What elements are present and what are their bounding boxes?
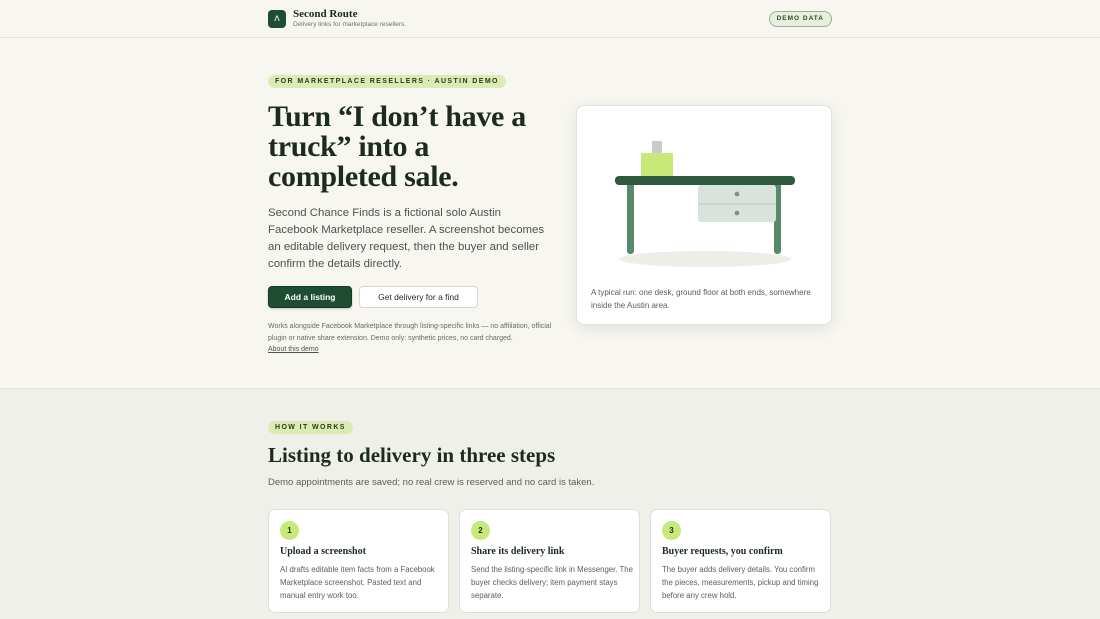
- about-demo-link[interactable]: About this demo: [268, 346, 319, 353]
- add-listing-button[interactable]: Add a listing: [268, 286, 352, 308]
- step-card-3: 3 Buyer requests, you confirm The buyer …: [650, 509, 831, 613]
- hero-description: Second Chance Finds is a fictional solo …: [268, 207, 545, 270]
- box-on-desk: [641, 153, 673, 176]
- drawer-knob-top: [734, 191, 740, 197]
- step-body: AI drafts editable item facts from a Fac…: [280, 565, 435, 600]
- step-title: Upload a screenshot: [280, 546, 366, 557]
- desk-shadow: [619, 251, 791, 267]
- brand-name: Second Route: [293, 8, 358, 20]
- step-title: Share its delivery link: [471, 546, 565, 557]
- illustration-caption: A typical run: one desk, ground floor at…: [591, 288, 811, 310]
- step-number-badge: 2: [471, 521, 490, 540]
- brand-tagline: Delivery links for marketplace resellers…: [293, 21, 407, 28]
- how-it-works-section: HOW IT WORKS Listing to delivery in thre…: [0, 388, 1100, 619]
- step-number-badge: 3: [662, 521, 681, 540]
- hero-eyebrow: FOR MARKETPLACE RESELLERS · AUSTIN DEMO: [268, 75, 506, 88]
- step-number-badge: 1: [280, 521, 299, 540]
- hero-fineprint: Works alongside Facebook Marketplace thr…: [268, 321, 558, 356]
- step-body: The buyer adds delivery details. You con…: [662, 565, 819, 600]
- brand-text: Second Route Delivery links for marketpl…: [293, 8, 406, 29]
- how-it-works-eyebrow: HOW IT WORKS: [268, 421, 353, 434]
- section-subtitle: Demo appointments are saved; no real cre…: [268, 477, 595, 488]
- step-title: Buyer requests, you confirm: [662, 546, 783, 557]
- step-card-1: 1 Upload a screenshot AI drafts editable…: [268, 509, 449, 613]
- brand[interactable]: ʌ Second Route Delivery links for market…: [268, 8, 406, 29]
- drawer-knob-bottom: [734, 210, 740, 216]
- step-card-2: 2 Share its delivery link Send the listi…: [459, 509, 640, 613]
- desk-leg-left: [627, 182, 634, 254]
- get-delivery-button[interactable]: Get delivery for a find: [359, 286, 478, 308]
- section-title: Listing to delivery in three steps: [268, 443, 556, 467]
- fineprint-text: Works alongside Facebook Marketplace thr…: [268, 323, 552, 342]
- desk-top: [615, 176, 795, 185]
- logo-icon: ʌ: [268, 9, 286, 28]
- hero-title: Turn “I don’t have a truck” into a compl…: [268, 100, 526, 193]
- demo-data-badge: DEMO DATA: [768, 11, 832, 27]
- step-body: Send the listing-specific link in Messen…: [471, 565, 633, 600]
- illustration-card: A typical run: one desk, ground floor at…: [576, 105, 832, 325]
- lamp-stem: [652, 141, 662, 153]
- top-bar: ʌ Second Route Delivery links for market…: [0, 0, 1100, 38]
